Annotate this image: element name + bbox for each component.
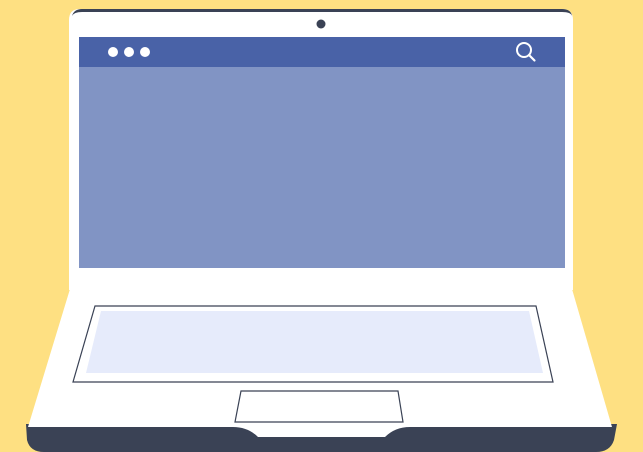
window-dot-icon[interactable] — [108, 47, 118, 57]
keyboard[interactable] — [94, 311, 542, 372]
window-controls — [108, 46, 150, 58]
webcam-icon — [316, 19, 326, 29]
search-button[interactable] — [513, 40, 539, 64]
browser-viewport[interactable] — [79, 67, 565, 268]
laptop-illustration — [0, 0, 643, 452]
search-icon — [516, 42, 536, 62]
trackpad[interactable] — [238, 391, 401, 422]
window-dot-icon[interactable] — [124, 47, 134, 57]
window-dot-icon[interactable] — [140, 47, 150, 57]
browser-toolbar — [79, 37, 565, 67]
